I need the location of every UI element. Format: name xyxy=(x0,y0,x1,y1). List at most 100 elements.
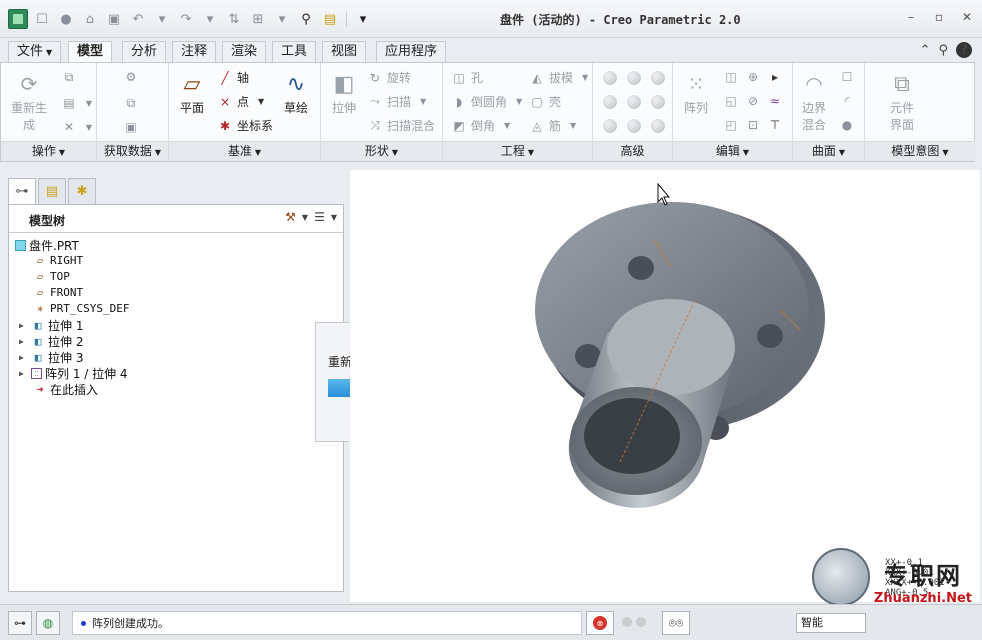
new-icon[interactable]: ☐ xyxy=(32,9,52,29)
swept-blend-button[interactable]: ⤨ 扫描混合 xyxy=(367,117,435,134)
sweep-button[interactable]: ⤳ 扫描 ▼ xyxy=(367,93,431,110)
boundary-blend-button[interactable]: ◠ 边界 混合 xyxy=(799,69,829,133)
component-interface-button[interactable]: ⧉ 元件 界面 xyxy=(887,69,917,133)
thicken-button[interactable]: ▸ xyxy=(767,69,783,85)
group-label-engineering[interactable]: 工程 ▼ xyxy=(443,141,592,161)
offset-button[interactable]: ⊡ xyxy=(745,117,761,133)
tab-model[interactable]: 模型 xyxy=(68,41,113,63)
rib-button[interactable]: ◬ 筋 ▼ xyxy=(529,117,581,134)
group-label-operations[interactable]: 操作 ▼ xyxy=(1,141,96,161)
intersect-button[interactable]: ⊤ xyxy=(767,117,783,133)
tree-node-extrude-2[interactable]: ▶ ◧ 拉伸 2 xyxy=(19,333,83,350)
round-button[interactable]: ◗ 倒圆角 ▼ xyxy=(451,93,527,110)
advanced-tool-icon[interactable] xyxy=(651,95,665,109)
redo-icon[interactable]: ↷ xyxy=(176,9,196,29)
tab-annotate[interactable]: 注释 xyxy=(172,41,217,62)
model-view[interactable] xyxy=(350,170,980,602)
merge-button[interactable]: ⊕ xyxy=(745,69,761,85)
tree-node-front[interactable]: ▱ FRONT xyxy=(33,285,83,299)
style-button[interactable]: ◜ xyxy=(839,93,855,109)
tab-file[interactable]: 文件 ▼ xyxy=(8,41,62,62)
chevron-down-icon[interactable]: ▼ xyxy=(331,213,337,222)
expand-icon[interactable]: ▶ xyxy=(19,369,28,378)
folder-icon[interactable]: ⌂ xyxy=(80,9,100,29)
csys-button[interactable]: ✱ 坐标系 xyxy=(217,117,273,134)
advanced-tool-icon[interactable] xyxy=(627,71,641,85)
sketch-button[interactable]: ∿ 草绘 xyxy=(281,69,311,116)
mirror-button[interactable]: ◫ xyxy=(723,69,739,85)
group-label-editing[interactable]: 编辑 ▼ xyxy=(673,141,792,161)
undo-dropdown-icon[interactable]: ▾ xyxy=(152,9,172,29)
tab-render[interactable]: 渲染 xyxy=(222,41,267,62)
toggle-navigator-button[interactable]: ⊶ xyxy=(8,611,32,635)
close-window-icon[interactable]: ▤ xyxy=(320,9,340,29)
tab-applications[interactable]: 应用程序 xyxy=(376,41,447,62)
search-icon[interactable]: ⚲ xyxy=(938,43,948,58)
undo-icon[interactable]: ↶ xyxy=(128,9,148,29)
selection-filter[interactable]: 智能 xyxy=(796,613,866,633)
copy-button[interactable]: ⧉ xyxy=(61,69,77,85)
regenerate-icon[interactable]: ⇅ xyxy=(224,9,244,29)
advanced-tool-icon[interactable] xyxy=(603,119,617,133)
shell-button[interactable]: ▢ 壳 xyxy=(529,93,561,110)
windows-icon[interactable]: ⊞ xyxy=(248,9,268,29)
chamfer-button[interactable]: ◩ 倒角 ▼ xyxy=(451,117,515,134)
open-icon[interactable]: ● xyxy=(56,9,76,29)
toggle-browser-button[interactable]: ◍ xyxy=(36,611,60,635)
expand-icon[interactable]: ▶ xyxy=(19,337,28,346)
minimize-icon[interactable]: – xyxy=(904,10,918,24)
axis-button[interactable]: ╱ 轴 xyxy=(217,69,249,86)
tree-node-part[interactable]: 盘件.PRT xyxy=(15,237,79,254)
tree-node-csys[interactable]: ✳ PRT_CSYS_DEF xyxy=(33,301,130,315)
fill-button[interactable]: ☐ xyxy=(839,69,855,85)
tree-node-extrude-3[interactable]: ▶ ◧ 拉伸 3 xyxy=(19,349,83,366)
collapse-ribbon-icon[interactable]: ⌃ xyxy=(920,43,931,58)
stop-regeneration-button[interactable]: ⊗ xyxy=(586,611,614,635)
customize-toolbar-icon[interactable]: ▾ xyxy=(353,9,373,29)
tab-analysis[interactable]: 分析 xyxy=(122,41,167,62)
delete-button[interactable]: ✕ ▼ xyxy=(61,119,97,135)
close-icon[interactable]: ✕ xyxy=(960,10,974,24)
expand-icon[interactable]: ▶ xyxy=(19,321,28,330)
bolt-hole[interactable] xyxy=(628,256,654,280)
tree-node-insert-here[interactable]: ➜ 在此插入 xyxy=(33,381,98,398)
draft-button[interactable]: ◭ 拔模 ▼ xyxy=(529,69,593,86)
show-icon[interactable]: ☰ xyxy=(314,210,325,224)
save-icon[interactable]: ▣ xyxy=(104,9,124,29)
tree-node-pattern-1[interactable]: ▶ ⁚⁚ 阵列 1 / 拉伸 4 xyxy=(19,365,128,382)
group-label-surfaces[interactable]: 曲面 ▼ xyxy=(793,141,864,161)
hole-button[interactable]: ◫ 孔 xyxy=(451,69,483,86)
advanced-tool-icon[interactable] xyxy=(627,95,641,109)
paste-button[interactable]: ▤ ▼ xyxy=(61,95,97,111)
search-icon[interactable]: ⚲ xyxy=(296,9,316,29)
chevron-down-icon[interactable]: ▼ xyxy=(302,213,308,222)
advanced-tool-icon[interactable] xyxy=(603,95,617,109)
tree-node-top[interactable]: ▱ TOP xyxy=(33,269,70,283)
maximize-icon[interactable]: ▫ xyxy=(932,10,946,24)
copy-geometry-button[interactable]: ⧉ xyxy=(123,95,139,111)
group-label-datum[interactable]: 基准 ▼ xyxy=(169,141,320,161)
freestyle-button[interactable]: ● xyxy=(839,117,855,133)
help-icon[interactable]: ? xyxy=(956,42,972,58)
trim-button[interactable]: ⊘ xyxy=(745,93,761,109)
expand-icon[interactable]: ▶ xyxy=(19,353,28,362)
favorites-tab[interactable]: ✱ xyxy=(68,178,96,204)
group-label-model-intent[interactable]: 模型意图 ▼ xyxy=(865,141,975,161)
bolt-hole[interactable] xyxy=(757,324,783,348)
user-defined-feature-button[interactable]: ⚙ xyxy=(123,69,139,85)
pattern-button[interactable]: ⁙ 阵列 xyxy=(681,69,711,116)
hub-bore[interactable] xyxy=(584,398,680,474)
advanced-tool-icon[interactable] xyxy=(651,119,665,133)
tab-tools[interactable]: 工具 xyxy=(272,41,317,62)
find-button[interactable]: ⌾⌾ xyxy=(662,611,690,635)
redo-dropdown-icon[interactable]: ▾ xyxy=(200,9,220,29)
plane-button[interactable]: ▱ 平面 xyxy=(177,69,207,116)
regenerate-button[interactable]: ⟳ 重新生 成 xyxy=(11,69,47,133)
revolve-button[interactable]: ↻ 旋转 xyxy=(367,69,411,86)
advanced-tool-icon[interactable] xyxy=(627,119,641,133)
creo-logo-icon[interactable] xyxy=(8,9,28,29)
group-label-shapes[interactable]: 形状 ▼ xyxy=(321,141,442,161)
extend-button[interactable]: ◱ xyxy=(723,93,739,109)
shrinkwrap-button[interactable]: ▣ xyxy=(123,119,139,135)
tree-node-right[interactable]: ▱ RIGHT xyxy=(33,253,83,267)
